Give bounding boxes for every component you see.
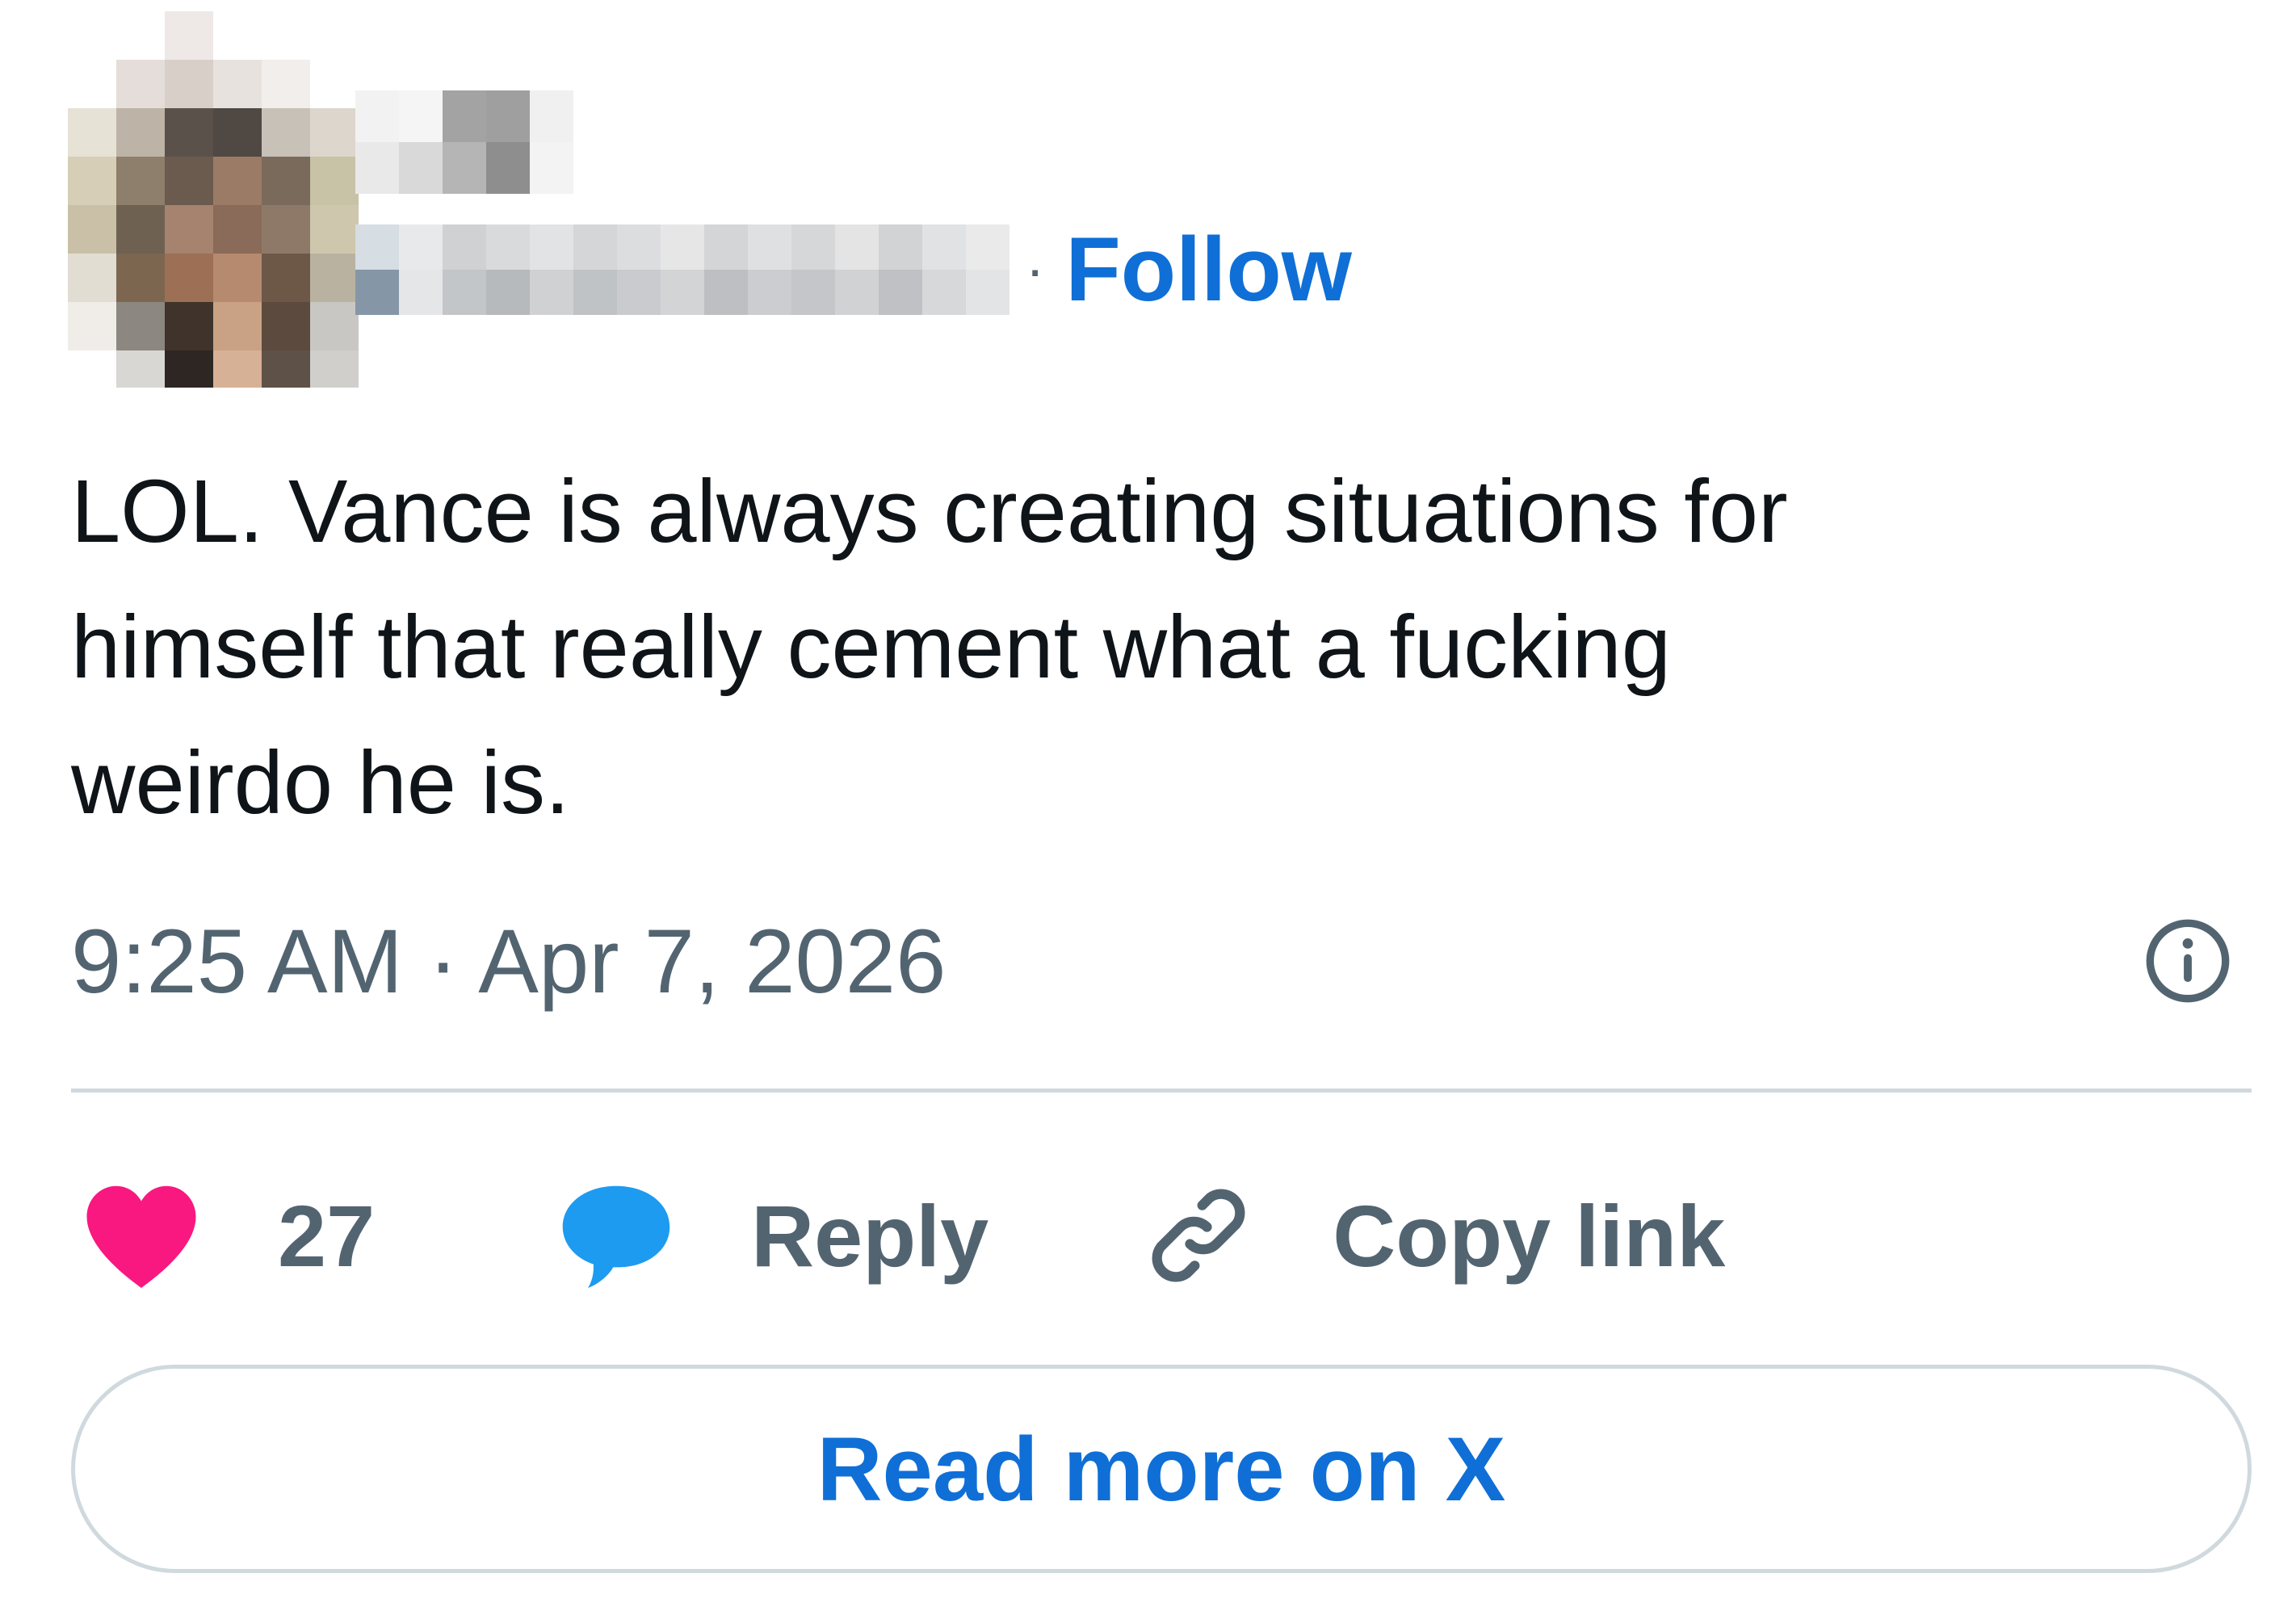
display-name-redacted[interactable] (355, 90, 573, 194)
read-more-button[interactable]: Read more on X (71, 1365, 2252, 1573)
action-bar: 27 Reply Copy link (81, 1163, 1725, 1308)
like-button[interactable]: 27 (81, 1179, 375, 1292)
separator-dot: · (1026, 237, 1045, 300)
avatar[interactable] (52, 11, 359, 388)
heart-icon (86, 1185, 196, 1288)
reply-button[interactable]: Reply (556, 1175, 988, 1296)
tweet-timestamp[interactable]: 9:25 AM · Apr 7, 2026 (71, 909, 946, 1013)
link-icon (1152, 1189, 1245, 1282)
meta-row: 9:25 AM · Apr 7, 2026 (71, 896, 2235, 1026)
read-more-label: Read more on X (816, 1418, 1506, 1520)
like-count: 27 (278, 1186, 376, 1285)
info-circle-icon[interactable] (2140, 913, 2235, 1009)
reply-label: Reply (751, 1186, 989, 1285)
follow-button[interactable]: Follow (1065, 217, 1352, 321)
handle-redacted[interactable] (355, 224, 1009, 315)
follow-row: · Follow (1026, 216, 1352, 321)
tweet-text: LOL. Vance is always creating situations… (71, 462, 1788, 833)
divider (71, 1089, 2252, 1093)
speech-bubble-icon (562, 1185, 670, 1288)
copy-link-button[interactable]: Copy link (1142, 1179, 1725, 1292)
tweet-card: · Follow LOL. Vance is always creating s… (0, 0, 2296, 1615)
copy-link-label: Copy link (1333, 1186, 1726, 1285)
